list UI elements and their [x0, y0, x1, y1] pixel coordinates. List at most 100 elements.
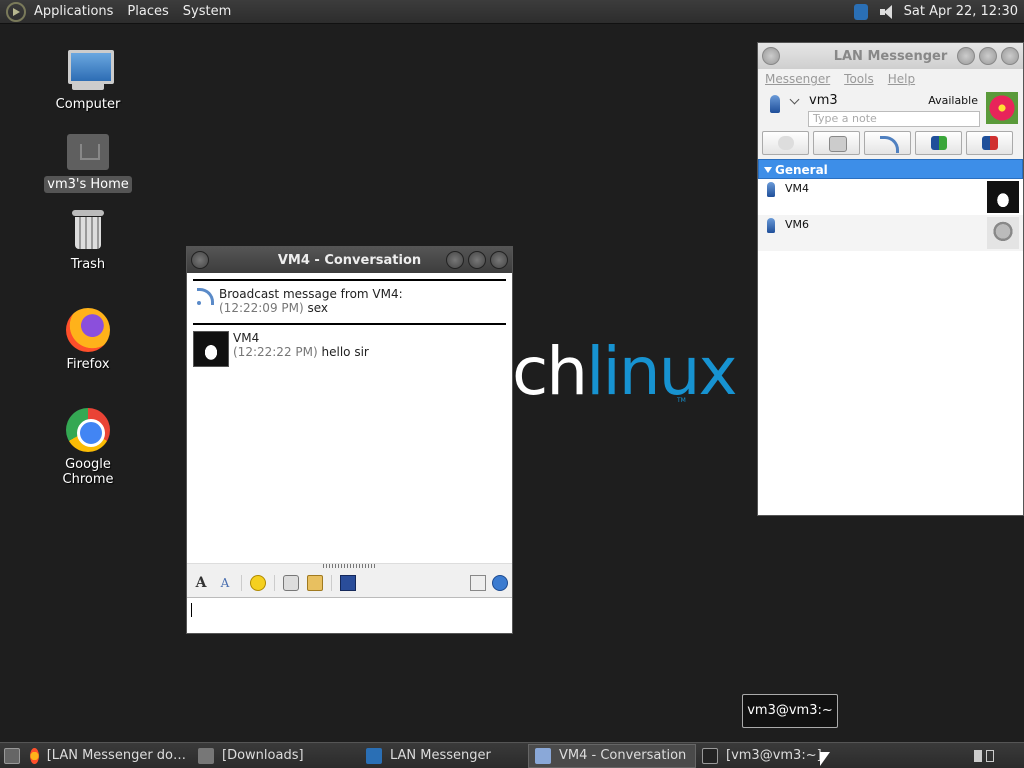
firefox-icon [64, 306, 112, 354]
conversation-titlebar[interactable]: VM4 - Conversation [187, 247, 512, 273]
message-input[interactable] [187, 597, 512, 633]
font-icon[interactable]: A [193, 575, 209, 591]
taskbar-item[interactable]: [vm3@vm3:~] [696, 744, 864, 768]
contact-item[interactable]: VM4 [758, 179, 1023, 215]
taskbar-item[interactable]: LAN Messenger [360, 744, 528, 768]
taskbar-item-label: VM4 - Conversation [559, 748, 687, 763]
conversation-window: VM4 - Conversation Broadcast message fro… [186, 246, 513, 634]
wallpaper-logo-part: ch [512, 333, 588, 410]
lan-menu-bar: Messenger Tools Help [758, 69, 1023, 89]
show-desktop-button[interactable] [0, 744, 24, 768]
volume-icon[interactable] [878, 4, 894, 20]
chevron-down-icon[interactable] [789, 94, 800, 105]
message-text: hello sir [321, 345, 369, 359]
toolbar-separator [274, 575, 275, 591]
firefox-icon [30, 747, 39, 764]
desktop-icon-label: Google Chrome [62, 457, 114, 487]
close-button[interactable] [490, 251, 508, 269]
message-time: (12:22:09 PM) [219, 301, 304, 315]
splitter-handle[interactable] [323, 564, 377, 568]
user-avatar[interactable] [986, 92, 1018, 124]
desktop-icon-label: Firefox [66, 357, 110, 372]
broadcast-button[interactable] [864, 131, 911, 155]
add-contact-button[interactable] [915, 131, 962, 155]
desktop-icon-home[interactable]: vm3's Home [38, 126, 138, 193]
top-panel: Applications Places System Sat Apr 22, 1… [0, 0, 1024, 24]
send-folder-icon[interactable] [307, 575, 323, 591]
note-input[interactable]: Type a note [808, 111, 980, 127]
show-desktop-icon [4, 747, 20, 764]
history-document-icon[interactable] [470, 575, 486, 591]
lan-messenger-window: LAN Messenger Messenger Tools Help vm3 A… [757, 42, 1024, 516]
menu-tools[interactable]: Tools [844, 72, 874, 86]
user-status-icon[interactable] [770, 95, 780, 113]
window-menu-button[interactable] [191, 251, 209, 269]
menu-applications[interactable]: Applications [34, 4, 113, 19]
smiley-icon[interactable] [250, 575, 266, 591]
lan-messenger-titlebar[interactable]: LAN Messenger [758, 43, 1023, 69]
computer-icon [64, 46, 114, 94]
contact-name: VM4 [785, 182, 810, 195]
menu-help[interactable]: Help [888, 72, 915, 86]
menu-system[interactable]: System [183, 4, 231, 19]
taskbar-item[interactable]: VM4 - Conversation [528, 743, 696, 768]
desktop-icon-firefox[interactable]: Firefox [38, 306, 138, 373]
message-sender: VM4 [233, 331, 260, 345]
maximize-button[interactable] [979, 47, 997, 65]
message-text: sex [307, 301, 329, 315]
user-info-panel: vm3 Available Type a note [758, 89, 1023, 129]
history-clock-icon[interactable] [492, 575, 508, 591]
status-selector[interactable]: Available [928, 94, 978, 107]
conversation-icon [535, 747, 551, 764]
broadcast-message: Broadcast message from VM4: (12:22:09 PM… [193, 279, 506, 323]
font-color-icon[interactable]: A [217, 575, 233, 591]
home-folder-icon [64, 126, 112, 174]
taskbar-item-label: [LAN Messenger do… [46, 748, 186, 763]
minimize-button[interactable] [957, 47, 975, 65]
conversation-toolbar: A A [187, 563, 512, 597]
send-file-button[interactable] [813, 131, 860, 155]
workspace-switcher[interactable] [974, 749, 1024, 762]
window-title: LAN Messenger [833, 48, 948, 64]
main-menu-logo-icon[interactable] [6, 1, 26, 22]
message-time: (12:22:22 PM) [233, 345, 318, 359]
toolbar-separator [241, 575, 242, 591]
broadcast-header: Broadcast message from VM4: [219, 287, 403, 301]
contact-item[interactable]: VM6 [758, 215, 1023, 251]
network-tray-icon[interactable] [853, 3, 868, 20]
group-button[interactable] [966, 131, 1013, 155]
desktop-icon-label: Trash [70, 257, 106, 272]
mouse-pointer-icon [820, 752, 830, 766]
minimize-button[interactable] [446, 251, 464, 269]
menu-messenger[interactable]: Messenger [765, 72, 830, 86]
desktop-icon-trash[interactable]: Trash [38, 206, 138, 273]
workspace-2[interactable] [986, 749, 994, 762]
workspace-1[interactable] [974, 749, 982, 762]
desktop-icon-label: vm3's Home [44, 176, 132, 193]
clock[interactable]: Sat Apr 22, 12:30 [904, 4, 1018, 19]
desktop-icon-chrome[interactable]: Google Chrome [38, 406, 138, 488]
message-log[interactable]: Broadcast message from VM4: (12:22:09 PM… [187, 273, 512, 563]
window-title: VM4 - Conversation [277, 252, 422, 268]
lan-messenger-icon [366, 747, 382, 764]
save-icon[interactable] [340, 575, 356, 591]
desktop-icon-computer[interactable]: Computer [38, 46, 138, 113]
toolbar-separator [331, 575, 332, 591]
terminal-icon [702, 747, 718, 764]
maximize-button[interactable] [468, 251, 486, 269]
taskbar-item[interactable]: [LAN Messenger do… [24, 744, 192, 768]
sender-avatar [193, 331, 229, 367]
text-caret [191, 603, 192, 617]
close-button[interactable] [1001, 47, 1019, 65]
contact-avatar [987, 217, 1019, 249]
lan-toolbar [758, 129, 1023, 159]
wallpaper-trademark: TM [677, 397, 686, 404]
contact-status-icon [767, 218, 775, 233]
group-header-general[interactable]: General [758, 159, 1023, 179]
chat-room-button[interactable] [762, 131, 809, 155]
send-file-icon[interactable] [283, 575, 299, 591]
taskbar-item[interactable]: [Downloads] [192, 744, 360, 768]
menu-places[interactable]: Places [127, 4, 168, 19]
window-menu-button[interactable] [762, 47, 780, 65]
contact-name: VM6 [785, 218, 810, 231]
